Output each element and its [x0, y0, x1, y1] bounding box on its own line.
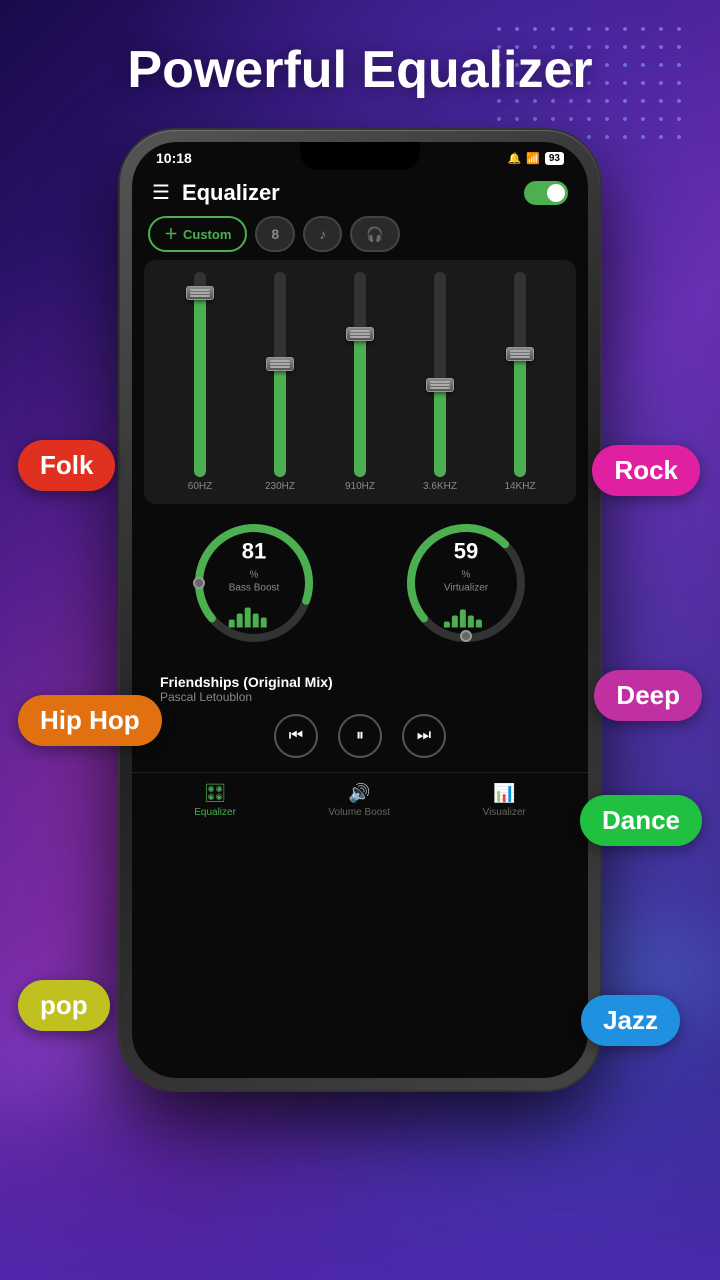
tab-preset4[interactable]: 🎧: [350, 216, 399, 252]
virtualizer-value: 59: [444, 539, 488, 565]
slider-fill-910hz: [354, 334, 366, 478]
next-button[interactable]: ⏭: [402, 714, 446, 758]
virtualizer-center: 59 % Virtualizer: [444, 539, 488, 628]
badge-pop[interactable]: pop: [18, 980, 110, 1031]
screen-title: Equalizer: [182, 180, 524, 206]
virt-mini-bars: [444, 598, 488, 628]
eq-toggle[interactable]: [524, 181, 568, 205]
song-artist: Pascal Letoublon: [160, 690, 560, 704]
slider-track-230hz: [274, 272, 286, 477]
song-info: Friendships (Original Mix) Pascal Letoub…: [160, 674, 560, 704]
virtualizer-label: Virtualizer: [444, 583, 488, 594]
eq-label-910hz: 910HZ: [345, 481, 375, 492]
slider-handle-60hz[interactable]: [186, 286, 214, 300]
phone-outer: 10:18 🔔 📶 93 ☰ Equalizer ＋ Custom: [120, 130, 600, 1090]
eq-band-14khz[interactable]: 14KHZ: [490, 272, 550, 492]
visualizer-nav-icon: 📊: [493, 783, 515, 804]
player-controls: ⏮ ⏸ ⏭: [160, 714, 560, 758]
slider-track-60hz: [194, 272, 206, 477]
nav-equalizer-label: Equalizer: [194, 807, 236, 818]
slider-handle-230hz[interactable]: [266, 357, 294, 371]
phone-screen: 10:18 🔔 📶 93 ☰ Equalizer ＋ Custom: [132, 142, 588, 1078]
bass-boost-center: 81 % Bass Boost: [229, 539, 280, 628]
nav-volume-label: Volume Boost: [328, 807, 390, 818]
slider-track-910hz: [354, 272, 366, 477]
page-title: Powerful Equalizer: [0, 40, 720, 100]
menu-icon[interactable]: ☰: [152, 183, 170, 203]
badge-rock[interactable]: Rock: [592, 445, 700, 496]
eq-label-14khz: 14KHZ: [504, 481, 535, 492]
phone-notch: [300, 142, 420, 170]
slider-handle-3-6khz[interactable]: [426, 378, 454, 392]
slider-fill-60hz: [194, 293, 206, 478]
eq-band-60hz[interactable]: 60HZ: [170, 272, 230, 492]
badge-dance[interactable]: Dance: [580, 795, 702, 846]
headphone-icon: 🎧: [366, 226, 383, 243]
preset2-icon: 8: [271, 226, 279, 242]
slider-handle-910hz[interactable]: [346, 327, 374, 341]
eq-label-60hz: 60HZ: [188, 481, 212, 492]
slider-fill-3-6khz: [434, 385, 446, 477]
tab-preset2[interactable]: 8: [255, 216, 295, 252]
wifi-icon: 📶: [526, 152, 540, 165]
status-icons: 🔔 📶 93: [507, 152, 564, 165]
notification-icon: 🔔: [507, 152, 521, 165]
slider-handle-14khz[interactable]: [506, 347, 534, 361]
tab-preset3[interactable]: ♪: [303, 216, 342, 252]
virt-dot: [460, 630, 472, 642]
eq-band-910hz[interactable]: 910HZ: [330, 272, 390, 492]
tab-custom[interactable]: ＋ Custom: [148, 216, 247, 252]
slider-track-3-6khz: [434, 272, 446, 477]
nav-volume[interactable]: 🔊 Volume Boost: [328, 783, 390, 818]
nav-visualizer[interactable]: 📊 Visualizer: [483, 783, 526, 818]
top-bar: ☰ Equalizer: [132, 170, 588, 216]
virtualizer-knob[interactable]: 59 % Virtualizer: [396, 518, 536, 648]
song-title: Friendships (Original Mix): [160, 674, 560, 690]
knobs-row: 81 % Bass Boost: [132, 510, 588, 656]
eq-section: 60HZ 230HZ: [144, 260, 576, 504]
player-section: Friendships (Original Mix) Pascal Letoub…: [144, 664, 576, 768]
status-time: 10:18: [156, 150, 192, 166]
badge-hiphop[interactable]: Hip Hop: [18, 695, 162, 746]
slider-fill-14khz: [514, 354, 526, 477]
slider-fill-230hz: [274, 364, 286, 477]
pause-button[interactable]: ⏸: [338, 714, 382, 758]
eq-label-3-6khz: 3.6KHZ: [423, 481, 457, 492]
bass-boost-ring: 81 % Bass Boost: [189, 518, 319, 648]
prev-button[interactable]: ⏮: [274, 714, 318, 758]
eq-band-230hz[interactable]: 230HZ: [250, 272, 310, 492]
bass-boost-knob[interactable]: 81 % Bass Boost: [184, 518, 324, 648]
tab-custom-label: Custom: [183, 227, 231, 242]
badge-deep[interactable]: Deep: [594, 670, 702, 721]
bass-mini-bars: [229, 598, 280, 628]
preset-tabs: ＋ Custom 8 ♪ 🎧: [132, 216, 588, 252]
nav-visualizer-label: Visualizer: [483, 807, 526, 818]
eq-label-230hz: 230HZ: [265, 481, 295, 492]
bass-dot: [193, 577, 205, 589]
badge-folk[interactable]: Folk: [18, 440, 115, 491]
volume-nav-icon: 🔊: [348, 783, 370, 804]
eq-sliders: 60HZ 230HZ: [152, 272, 568, 492]
phone-mockup: 10:18 🔔 📶 93 ☰ Equalizer ＋ Custom: [120, 130, 600, 1090]
bottom-nav: 🎛 Equalizer 🔊 Volume Boost 📊 Visualizer: [132, 772, 588, 834]
virtualizer-ring: 59 % Virtualizer: [401, 518, 531, 648]
equalizer-nav-icon: 🎛: [204, 783, 227, 804]
bass-boost-value: 81: [229, 539, 280, 565]
harp-icon: ♪: [319, 226, 326, 242]
badge-jazz[interactable]: Jazz: [581, 995, 680, 1046]
bass-boost-label: Bass Boost: [229, 583, 280, 594]
nav-equalizer[interactable]: 🎛 Equalizer: [194, 783, 236, 818]
plus-icon: ＋: [164, 224, 178, 244]
eq-band-3-6khz[interactable]: 3.6KHZ: [410, 272, 470, 492]
slider-track-14khz: [514, 272, 526, 477]
battery-level: 93: [545, 152, 564, 165]
